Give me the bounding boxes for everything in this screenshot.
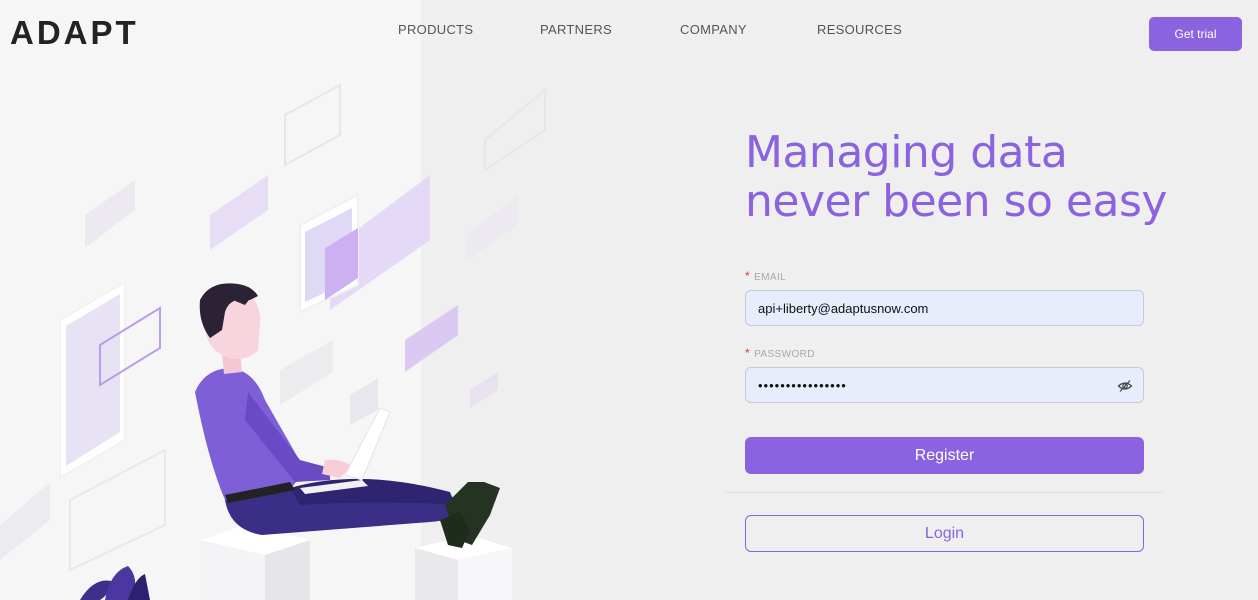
headline-line-2: never been so easy [745, 176, 1167, 227]
email-field-wrapper [745, 290, 1144, 326]
required-asterisk: * [745, 269, 751, 283]
nav-item-resources[interactable]: RESOURCES [817, 22, 902, 37]
register-button[interactable]: Register [745, 437, 1144, 474]
password-field[interactable] [758, 377, 1131, 393]
email-label-text: EMAIL [754, 272, 787, 283]
plant-leaves [80, 566, 150, 600]
required-asterisk: * [745, 346, 751, 360]
headline-line-1: Managing data [745, 127, 1068, 178]
login-button[interactable]: Login [745, 515, 1144, 552]
nav-item-partners[interactable]: PARTNERS [540, 22, 612, 37]
nav-item-products[interactable]: PRODUCTS [398, 22, 473, 37]
password-label: * PASSWORD [745, 346, 815, 360]
eye-off-icon[interactable] [1117, 378, 1133, 394]
main-nav: PRODUCTS PARTNERS COMPANY RESOURCES [0, 22, 1258, 40]
nav-item-company[interactable]: COMPANY [680, 22, 747, 37]
password-field-wrapper [745, 367, 1144, 403]
email-label: * EMAIL [745, 269, 786, 283]
email-field[interactable] [758, 300, 1131, 316]
hero-headline: Managing data never been so easy [745, 128, 1215, 226]
divider [726, 492, 1162, 493]
password-label-text: PASSWORD [754, 349, 815, 360]
get-trial-button[interactable]: Get trial [1149, 17, 1242, 51]
person-with-laptop-illustration [0, 83, 546, 600]
